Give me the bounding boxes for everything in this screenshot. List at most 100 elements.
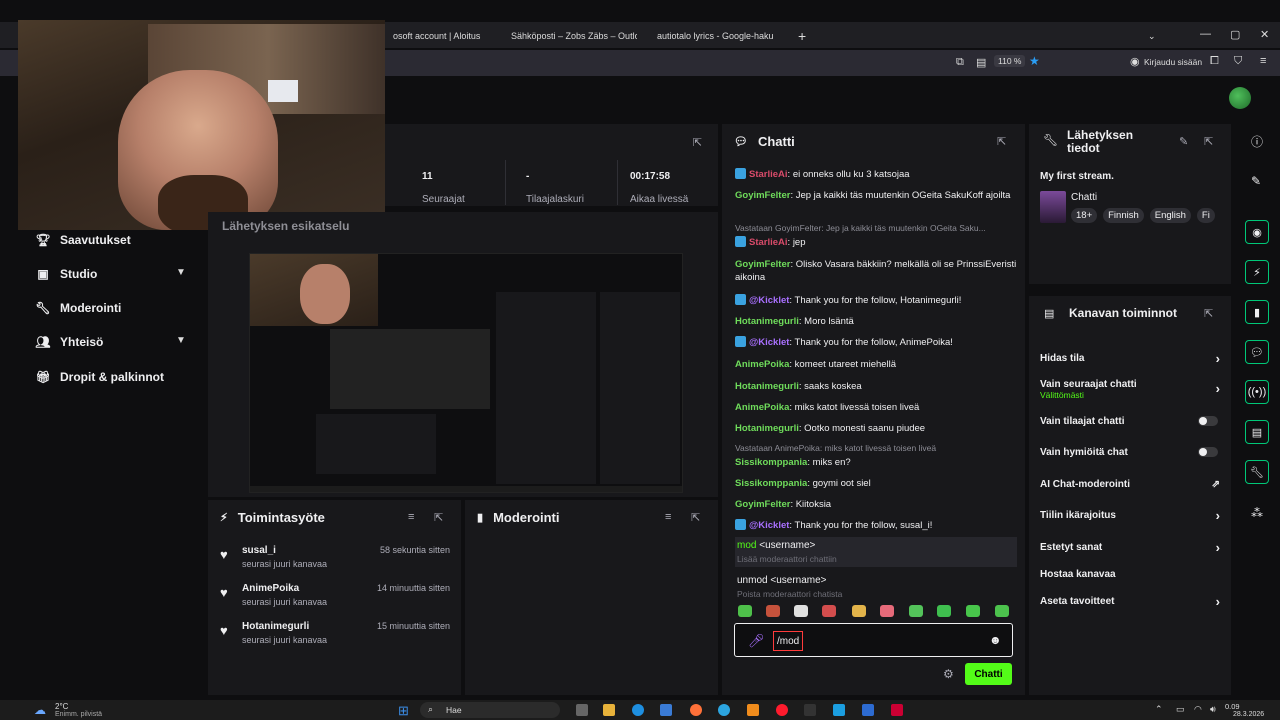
tag[interactable]: Finnish [1103,208,1144,223]
windows-start-icon[interactable]: ⊞ [398,703,409,719]
chat-username[interactable]: GoyimFelter [735,190,790,201]
subscribers-only-toggle[interactable] [1198,416,1218,426]
emote-icon[interactable] [852,605,866,617]
chevron-up-icon[interactable]: ⌃ [1155,704,1163,715]
category-name[interactable]: Chatti [1071,192,1097,203]
volume-icon[interactable]: 🔊︎ [1210,704,1216,715]
screenshot-icon[interactable]: ⧉ [956,56,964,69]
chat-username[interactable]: AnimePoika [735,359,789,370]
emote-icon[interactable] [822,605,836,617]
chat-username[interactable]: StarlieAi [749,237,788,248]
popout-icon[interactable]: ⇱ [693,136,702,149]
chat-username[interactable]: Hotanimegurli [735,316,799,327]
browser-tab-2[interactable]: Sähköposti – Zobs Zäbs – Outlo ✕ [497,25,637,47]
filter-icon[interactable]: ≡ [408,511,414,523]
nav-item-community[interactable]: 👥︎ Yhteisö [35,332,103,352]
chat-username[interactable]: @Kicklet [749,295,789,306]
tab-list-button[interactable]: ⌄ [1140,25,1164,47]
rail-broadcast-icon[interactable]: ((•)) [1245,380,1269,404]
chat-username[interactable]: @Kicklet [749,337,789,348]
settings-icon[interactable]: ⚙ [943,667,954,681]
emote-icon[interactable] [880,605,894,617]
chat-username[interactable]: GoyimFelter [735,259,790,270]
nav-item-moderation[interactable]: 🔧︎ Moderointi [35,298,121,318]
feed-item[interactable]: ♥ AnimePoika seurasi juuri kanavaa 14 mi… [220,583,456,613]
action-followers-only[interactable]: Vain seuraajat chatti Välittömästi › [1040,379,1220,400]
feed-item[interactable]: ♥ susal_i seurasi juuri kanavaa 58 sekun… [220,545,456,575]
app-icon[interactable] [833,704,845,716]
vlc-icon[interactable] [747,704,759,716]
chat-input[interactable]: /mod [773,631,804,651]
suggestion-unmod[interactable]: unmod <username> Poista moderaattori cha… [735,572,1017,602]
emote-icon[interactable] [738,605,752,617]
chat-username[interactable]: GoyimFelter [735,499,790,510]
nav-item-drops[interactable]: 🎁︎ Dropit & palkinnot [35,367,164,387]
chat-username[interactable]: Sissikomppania [735,457,807,468]
terminal-icon[interactable] [804,704,816,716]
microphone-icon[interactable]: 🎤︎ [748,633,765,649]
battery-icon[interactable]: ▭ [1176,704,1185,715]
chat-username[interactable]: Hotanimegurli [735,381,799,392]
chat-username[interactable]: AnimePoika [735,402,789,413]
tag[interactable]: English [1149,208,1191,223]
chat-input-box[interactable]: 🎤︎ /mod ☻ [734,623,1013,657]
chevron-down-icon[interactable]: ▼ [176,335,186,346]
browser-tab-1[interactable]: osoft account | Aloitus ✕ [385,25,493,47]
rail-bolt-icon[interactable]: ⚡︎ [1245,260,1269,284]
emote-icon[interactable] [937,605,951,617]
rail-server-icon[interactable]: ▤ [1245,420,1269,444]
tag[interactable]: 18+ [1071,208,1098,223]
action-set-goals[interactable]: Aseta tavoitteet › [1040,594,1220,609]
emote-icon[interactable] [766,605,780,617]
stream-preview-video[interactable] [249,253,683,493]
emote-icon[interactable] [995,605,1009,617]
rail-wrench-icon[interactable]: 🔧︎ [1245,460,1269,484]
rail-camera-icon[interactable]: ◉ [1245,220,1269,244]
opera-icon[interactable] [776,704,788,716]
send-chat-button[interactable]: Chatti [965,663,1012,685]
action-age-restriction[interactable]: Tiilin ikärajoitus › [1040,508,1220,523]
zoom-level[interactable]: 110 % [994,55,1026,67]
popout-icon[interactable]: ⇱ [434,511,443,524]
nodes-icon[interactable]: ⁂ [1251,506,1263,520]
rail-document-icon[interactable]: ▮ [1245,300,1269,324]
action-host-channel[interactable]: Hostaa kanavaa [1040,569,1220,580]
emotes-only-toggle[interactable] [1198,447,1218,457]
emote-icon[interactable] [909,605,923,617]
chat-username[interactable]: StarlieAi [749,169,788,180]
chat-username[interactable]: Hotanimegurli [735,423,799,434]
action-blocked-words[interactable]: Estetyt sanat › [1040,540,1220,555]
popout-icon[interactable]: ⇱ [1204,307,1213,320]
emote-icon[interactable] [794,605,808,617]
info-icon[interactable]: ⓘ [1251,133,1263,150]
edge-icon[interactable] [632,704,644,716]
avatar[interactable] [1229,87,1251,109]
menu-icon[interactable]: ≡ [1260,55,1266,67]
extensions-icon[interactable]: ⧠ [1210,55,1219,68]
chat-username[interactable]: @Kicklet [749,520,789,531]
nav-item-achievements[interactable]: 🏆︎ Saavutukset [35,230,130,250]
app-icon[interactable] [891,704,903,716]
maximize-icon[interactable]: ▢ [1230,28,1240,41]
app-icon[interactable] [862,704,874,716]
chevron-down-icon[interactable]: ▼ [176,267,186,278]
wifi-icon[interactable]: ◠ [1194,704,1202,715]
taskbar-search[interactable]: ⌕ Hae [420,702,560,718]
star-icon[interactable]: ★ [1029,54,1040,68]
feed-item[interactable]: ♥ Hotanimegurli seurasi juuri kanavaa 15… [220,621,456,651]
rail-chat-icon[interactable]: 💬︎ [1245,340,1269,364]
popout-icon[interactable]: ⇱ [691,511,700,524]
profile-icon[interactable]: ◉ [1130,55,1140,68]
store-icon[interactable] [660,704,672,716]
chat-username[interactable]: Sissikomppania [735,478,807,489]
emote-icon[interactable] [966,605,980,617]
tag[interactable]: Fi [1196,208,1215,223]
new-tab-button[interactable]: + [790,25,814,47]
minimize-icon[interactable]: — [1200,28,1211,40]
popout-icon[interactable]: ⇱ [1204,135,1213,148]
close-icon[interactable]: ✕ [492,31,493,42]
close-window-icon[interactable]: ✕ [1260,28,1269,41]
firefox-icon[interactable] [690,704,702,716]
file-explorer-icon[interactable] [603,704,615,716]
filter-icon[interactable]: ≡ [665,511,671,523]
